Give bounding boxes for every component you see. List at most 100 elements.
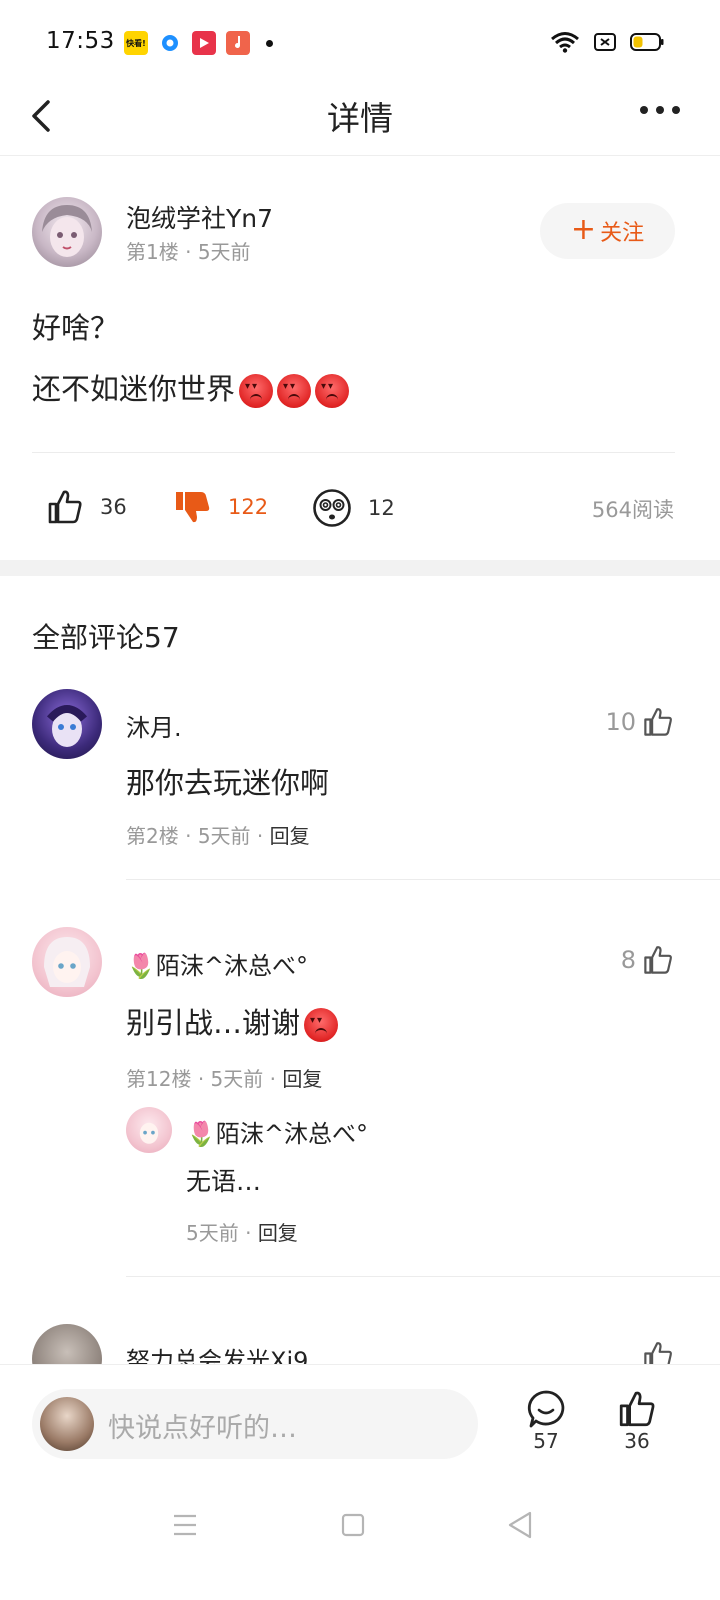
angry-emoji-icon bbox=[277, 374, 312, 408]
sub-reply-time: 5天前 bbox=[186, 1221, 239, 1245]
tulip-icon: 🌷 bbox=[186, 1120, 216, 1148]
status-bar: 17:53 快看! bbox=[0, 0, 720, 86]
notification-icons: 快看! bbox=[124, 31, 273, 55]
top-navigation-bar: 详情 bbox=[0, 86, 720, 156]
comment-text: 别引战…谢谢 bbox=[126, 1000, 339, 1042]
qq-browser-icon bbox=[158, 31, 182, 55]
home-icon[interactable] bbox=[341, 1512, 365, 1538]
dislike-count: 122 bbox=[228, 495, 269, 519]
comment-meta: 第2楼 · 5天前 · 回复 bbox=[126, 820, 310, 849]
comment-like-button[interactable]: 10 bbox=[605, 706, 674, 738]
wifi-icon bbox=[551, 32, 579, 53]
more-dot-icon bbox=[640, 106, 648, 114]
comment-time: 5天前 bbox=[210, 1067, 264, 1091]
post-stats-row: 36 122 12 564阅读 bbox=[0, 480, 720, 536]
meta-separator: · bbox=[185, 240, 198, 264]
user-avatar bbox=[40, 1397, 94, 1451]
dislike-button[interactable]: 122 bbox=[174, 488, 268, 526]
thumbs-up-icon bbox=[644, 946, 672, 974]
meta-separator: · bbox=[185, 824, 198, 848]
divider bbox=[126, 1276, 720, 1277]
comment-author-name[interactable]: 🌷陌沫^沐总べ° bbox=[126, 946, 308, 981]
plus-icon: + bbox=[570, 211, 597, 247]
sub-reply-author-name[interactable]: 🌷陌沫^沐总べ° bbox=[186, 1114, 368, 1149]
sub-reply-meta: 5天前 · 回复 bbox=[186, 1217, 298, 1246]
comment-time: 5天前 bbox=[197, 824, 251, 848]
comment-floor: 第12楼 bbox=[126, 1067, 192, 1091]
comment-avatar[interactable] bbox=[32, 927, 102, 997]
comment-floor: 第2楼 bbox=[126, 824, 179, 848]
sub-reply-author-name-text: 陌沫^沐总べ° bbox=[215, 1120, 368, 1148]
angry-emoji-icon bbox=[239, 374, 274, 408]
page-title: 详情 bbox=[327, 99, 393, 138]
comment-text: 那你去玩迷你啊 bbox=[126, 766, 330, 800]
post-floor: 第1楼 bbox=[126, 240, 179, 264]
follow-label: 关注 bbox=[600, 221, 645, 246]
reaction-count: 12 bbox=[368, 496, 395, 520]
comments-header: 全部评论57 bbox=[32, 621, 180, 654]
like-button[interactable]: 36 bbox=[46, 488, 127, 526]
like-count: 36 bbox=[100, 495, 127, 519]
comment-input[interactable]: 快说点好听的… bbox=[32, 1389, 478, 1459]
reaction-button[interactable]: 12 bbox=[312, 488, 395, 528]
comment-avatar[interactable] bbox=[32, 689, 102, 759]
system-navigation-bar bbox=[0, 1482, 720, 1600]
angry-emoji-icon bbox=[315, 374, 350, 408]
more-notifications-dot bbox=[266, 39, 273, 47]
reply-button[interactable]: 回复 bbox=[282, 1067, 322, 1091]
battery-icon bbox=[630, 33, 664, 51]
post-like-count: 36 bbox=[624, 1429, 650, 1453]
tulip-icon: 🌷 bbox=[126, 952, 156, 980]
read-count: 564阅读 bbox=[591, 498, 674, 522]
dizzy-face-icon bbox=[313, 489, 351, 527]
thumbs-down-icon bbox=[176, 492, 210, 523]
meta-separator: · bbox=[256, 824, 270, 848]
comment-avatar-art bbox=[44, 937, 90, 987]
post-time: 5天前 bbox=[197, 240, 251, 264]
sub-reply-avatar-art bbox=[139, 1122, 159, 1144]
comment-text-content: 别引战…谢谢 bbox=[126, 1006, 301, 1040]
author-avatar-art bbox=[42, 205, 92, 257]
music-app-icon bbox=[226, 31, 250, 55]
author-name[interactable]: 泡绒学社Yn7 bbox=[126, 199, 273, 235]
thumbs-up-icon bbox=[619, 1391, 655, 1427]
author-avatar[interactable] bbox=[32, 197, 102, 267]
comment-input-bar: 快说点好听的… 57 36 bbox=[0, 1364, 720, 1482]
comment-like-count: 10 bbox=[605, 708, 636, 736]
more-options-button[interactable] bbox=[640, 106, 680, 114]
reply-button[interactable]: 回复 bbox=[258, 1221, 298, 1245]
kuaikan-app-icon: 快看! bbox=[124, 31, 148, 55]
like-post-button[interactable]: 36 bbox=[607, 1389, 667, 1453]
divider bbox=[126, 879, 720, 880]
comment-meta: 第12楼 · 5天前 · 回复 bbox=[126, 1063, 322, 1092]
system-status bbox=[550, 31, 664, 53]
meta-separator: · bbox=[269, 1067, 283, 1091]
divider bbox=[32, 452, 675, 453]
sim-card-icon bbox=[594, 33, 616, 51]
comment-author-name[interactable]: 沐月. bbox=[126, 708, 182, 743]
meta-separator: · bbox=[197, 1067, 211, 1091]
back-nav-icon[interactable] bbox=[507, 1510, 533, 1540]
section-divider bbox=[0, 560, 720, 576]
comment-avatar-art bbox=[46, 705, 88, 747]
meta-separator: · bbox=[245, 1221, 258, 1245]
post-meta: 第1楼 · 5天前 bbox=[126, 236, 251, 265]
sub-reply-avatar[interactable] bbox=[126, 1107, 172, 1153]
thumbs-up-icon bbox=[48, 490, 82, 524]
status-time: 17:53 bbox=[46, 28, 115, 54]
more-dot-icon bbox=[672, 106, 680, 114]
comment-input-placeholder: 快说点好听的… bbox=[108, 1413, 297, 1444]
comment-bubble-icon bbox=[527, 1390, 565, 1428]
comment-like-button[interactable]: 8 bbox=[621, 944, 674, 976]
comment-like-count: 8 bbox=[620, 946, 636, 974]
comments-button[interactable]: 57 bbox=[516, 1389, 576, 1453]
post-text-line-1: 好啥？ bbox=[32, 311, 120, 345]
post-text: 还不如迷你世界 bbox=[32, 372, 236, 406]
post-text-line-2: 还不如迷你世界 bbox=[32, 366, 350, 408]
follow-button[interactable]: + 关注 bbox=[540, 203, 675, 259]
angry-emoji-icon bbox=[304, 1008, 339, 1042]
sub-reply-text: 无语… bbox=[186, 1167, 262, 1196]
reply-button[interactable]: 回复 bbox=[270, 824, 310, 848]
menu-icon[interactable] bbox=[172, 1512, 198, 1538]
comment-author-name-text: 陌沫^沐总べ° bbox=[155, 952, 308, 980]
